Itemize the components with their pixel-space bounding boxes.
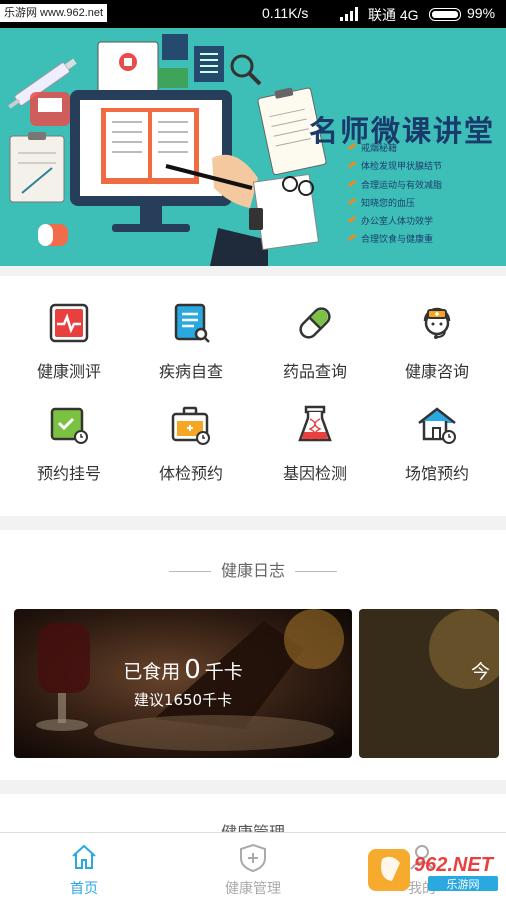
network-speed: 0.11K/s bbox=[262, 5, 309, 21]
tab-label: 首页 bbox=[70, 881, 98, 897]
house-clock-icon bbox=[418, 407, 456, 444]
site-logo-watermark: 962.NET 乐游网 bbox=[368, 849, 498, 891]
feature-disease-check[interactable]: 疾病自查 bbox=[128, 298, 254, 398]
divider bbox=[295, 571, 337, 572]
banner-bullet: 戒烟秘籍 bbox=[348, 140, 442, 158]
doctor-headset-icon bbox=[423, 307, 451, 339]
calories-eaten-prefix: 已食用 bbox=[123, 661, 181, 683]
heart-monitor-icon bbox=[49, 303, 89, 343]
feature-drug-lookup[interactable]: 药品查询 bbox=[252, 298, 378, 398]
dna-flask-icon bbox=[298, 405, 332, 442]
section-title: 健康日志 bbox=[220, 561, 285, 580]
pill-capsule-icon bbox=[299, 307, 331, 339]
feature-label: 健康测评 bbox=[36, 362, 101, 381]
site-watermark: 乐游网 www.962.net bbox=[0, 4, 108, 22]
feature-health-assessment[interactable]: 健康测评 bbox=[6, 298, 132, 398]
feature-gene-test[interactable]: 基因检测 bbox=[252, 400, 378, 500]
feature-label: 健康咨询 bbox=[404, 362, 469, 381]
health-journal-section: 健康日志 已食用 0 千卡 建议1650千卡 今 bbox=[0, 530, 506, 780]
battery-percent: 99% bbox=[467, 5, 496, 21]
divider bbox=[168, 571, 211, 572]
medical-kit-clock-icon bbox=[171, 406, 210, 445]
banner-bullet: 办公室人体功效学 bbox=[348, 213, 442, 231]
banner-bullet: 合理饮食与健康重 bbox=[348, 231, 442, 249]
diet-card[interactable]: 已食用 0 千卡 建议1650千卡 bbox=[14, 609, 352, 758]
card-peek-text: 今 bbox=[471, 661, 491, 683]
tab-label: 健康管理 bbox=[225, 881, 281, 897]
app-root: 乐游网 www.962.net 0.11K/s 联通 4G 99% 名师微课讲堂… bbox=[0, 0, 506, 900]
feature-health-consult[interactable]: 健康咨询 bbox=[374, 298, 500, 398]
carrier-label: 联通 4G bbox=[368, 7, 419, 23]
battery-icon bbox=[429, 8, 461, 21]
banner-bullet: 合理运动与有效减脂 bbox=[348, 177, 442, 195]
signal-icon bbox=[340, 7, 358, 21]
feature-grid: 健康测评 疾病自查 药品查询 健康咨询 预约挂号 体检预约 基因检测 场馆预约 bbox=[0, 276, 506, 516]
feature-label: 基因检测 bbox=[282, 464, 347, 483]
calories-unit: 千卡 bbox=[204, 661, 243, 683]
calories-eaten: 已食用 0 千卡 bbox=[14, 655, 352, 685]
calories-eaten-value: 0 bbox=[184, 655, 201, 685]
feature-label: 体检预约 bbox=[158, 464, 223, 483]
feature-venue-booking[interactable]: 场馆预约 bbox=[374, 400, 500, 500]
banner-bullet-list: 戒烟秘籍 体检发现甲状腺结节 合理运动与有效减脂 知晓您的血压 办公室人体功效学… bbox=[348, 140, 442, 250]
feature-checkup-booking[interactable]: 体检预约 bbox=[128, 400, 254, 500]
shield-plus-icon bbox=[240, 843, 266, 873]
status-bar: 乐游网 www.962.net 0.11K/s 联通 4G 99% bbox=[0, 0, 506, 28]
banner-bullet: 知晓您的血压 bbox=[348, 195, 442, 213]
feature-label: 场馆预约 bbox=[404, 464, 469, 483]
home-icon bbox=[72, 844, 96, 869]
section-heading: 健康日志 bbox=[0, 557, 506, 581]
document-search-icon bbox=[174, 303, 210, 343]
banner-bullet: 体检发现甲状腺结节 bbox=[348, 158, 442, 176]
feature-appointment[interactable]: 预约挂号 bbox=[6, 400, 132, 500]
feature-label: 药品查询 bbox=[282, 362, 347, 381]
tab-health-management[interactable]: 健康管理 bbox=[169, 833, 337, 900]
calories-suggested: 建议1650千卡 bbox=[133, 691, 233, 709]
promo-banner[interactable]: 名师微课讲堂 戒烟秘籍 体检发现甲状腺结节 合理运动与有效减脂 知晓您的血压 办… bbox=[0, 28, 506, 266]
feature-label: 疾病自查 bbox=[158, 362, 223, 381]
logo-subtext: 乐游网 bbox=[447, 878, 480, 891]
tab-home[interactable]: 首页 bbox=[0, 833, 168, 900]
exercise-card[interactable]: 今 bbox=[359, 609, 499, 758]
logo-text: 962.NET bbox=[414, 854, 495, 876]
calendar-clock-icon bbox=[50, 407, 88, 444]
feature-label: 预约挂号 bbox=[36, 464, 101, 483]
